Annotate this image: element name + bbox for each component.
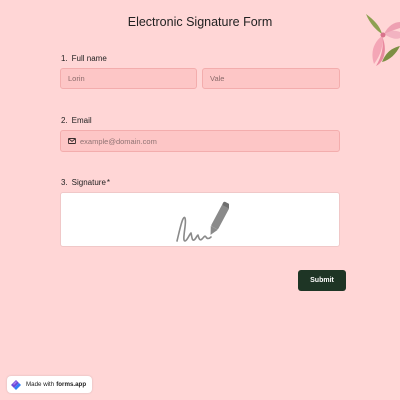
forms-app-logo — [11, 379, 21, 390]
first-name-input[interactable] — [60, 68, 197, 89]
question-number: 2. — [61, 116, 68, 125]
question-text: Full name — [71, 54, 107, 63]
email-field-wrapper — [60, 130, 340, 152]
question-text: Signature — [71, 178, 106, 187]
forms-app-badge[interactable]: Made with forms.app — [7, 376, 93, 393]
badge-brand: forms.app — [56, 381, 87, 388]
badge-made-with: Made with — [26, 381, 55, 388]
submit-button[interactable]: Submit — [298, 270, 346, 291]
question-number: 3. — [61, 178, 68, 187]
signature-label: 3. Signature* — [61, 178, 110, 187]
email-label: 2. Email — [61, 116, 92, 125]
signature-pen-icon — [176, 201, 229, 242]
question-number: 1. — [61, 54, 68, 63]
required-marker: * — [106, 178, 111, 187]
form-title: Electronic Signature Form — [127, 15, 273, 29]
signature-pad[interactable] — [60, 192, 340, 247]
email-input[interactable] — [75, 131, 338, 151]
question-text: Email — [71, 116, 92, 125]
last-name-input[interactable] — [202, 68, 340, 89]
full-name-label: 1. Full name — [61, 54, 107, 63]
